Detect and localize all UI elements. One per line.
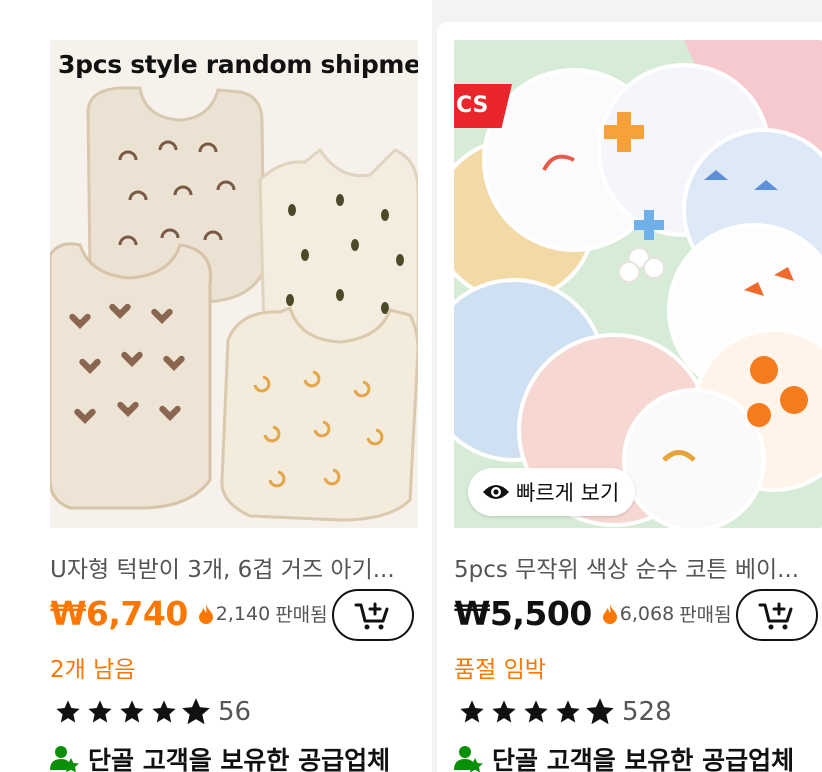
- product-price: ₩6,740: [50, 594, 188, 633]
- bibs-illustration: [50, 40, 418, 528]
- quick-view-label: 빠르게 보기: [516, 481, 620, 505]
- star-icon: [556, 700, 580, 723]
- star-icon: [524, 700, 548, 723]
- user-check-icon: [454, 746, 483, 772]
- half-star-icon: [586, 698, 614, 725]
- sold-label: 판매됨: [679, 604, 732, 626]
- supplier-badge-text: 단골 고객을 보유한 공급업체: [88, 746, 391, 772]
- quick-view-button[interactable]: 빠르게 보기: [468, 468, 636, 516]
- star-icon: [56, 700, 80, 723]
- star-icon: [120, 700, 144, 723]
- product-image[interactable]: CS 빠르게 보기: [454, 40, 822, 528]
- image-banner-text: 3pcs style random shipment: [58, 50, 418, 79]
- price-row: ₩6,740 2,140 판매됨: [50, 594, 328, 633]
- product-title[interactable]: U자형 턱받이 3개, 6겹 거즈 아기...: [50, 550, 420, 584]
- supplier-badge: 단골 고객을 보유한 공급업체: [454, 741, 794, 772]
- star-icon: [152, 700, 176, 723]
- supplier-badge-text: 단골 고객을 보유한 공급업체: [492, 746, 795, 772]
- product-card[interactable]: CS 빠르게 보기 5pcs 무작위 색상 순수 코튼 베이... ₩5,500…: [437, 22, 822, 772]
- star-icon: [88, 700, 112, 723]
- eye-icon: [483, 485, 509, 499]
- price-row: ₩5,500 6,068 판매됨: [454, 594, 732, 633]
- supplier-badge: 단골 고객을 보유한 공급업체: [50, 741, 390, 772]
- flame-icon: [602, 603, 618, 624]
- add-to-cart-icon: [758, 602, 793, 630]
- half-star-icon: [182, 698, 210, 725]
- rating-stars: 528: [458, 697, 672, 727]
- sold-label: 판매됨: [275, 604, 328, 626]
- stock-note: 품절 임박: [454, 657, 546, 683]
- add-to-cart-icon: [354, 602, 389, 630]
- review-count: 528: [622, 697, 672, 727]
- sold-count: 6,068: [619, 602, 675, 625]
- product-price: ₩5,500: [454, 594, 592, 633]
- bibs-illustration: [454, 40, 822, 528]
- product-image[interactable]: 3pcs style random shipment: [50, 40, 418, 528]
- star-icon: [460, 700, 484, 723]
- sold-count: 2,140: [215, 602, 271, 625]
- product-title[interactable]: 5pcs 무작위 색상 순수 코튼 베이...: [454, 550, 816, 584]
- stock-note: 2개 남음: [50, 657, 136, 683]
- add-to-cart-button[interactable]: [332, 589, 414, 641]
- add-to-cart-button[interactable]: [736, 589, 818, 641]
- product-card[interactable]: 3pcs style random shipment U자형 턱받이 3개, 6…: [0, 0, 432, 772]
- review-count: 56: [218, 697, 252, 727]
- flame-icon: [198, 603, 214, 624]
- product-grid: 3pcs style random shipment U자형 턱받이 3개, 6…: [0, 0, 822, 772]
- star-icon: [492, 700, 516, 723]
- user-check-icon: [50, 746, 79, 772]
- rating-stars: 56: [54, 697, 251, 727]
